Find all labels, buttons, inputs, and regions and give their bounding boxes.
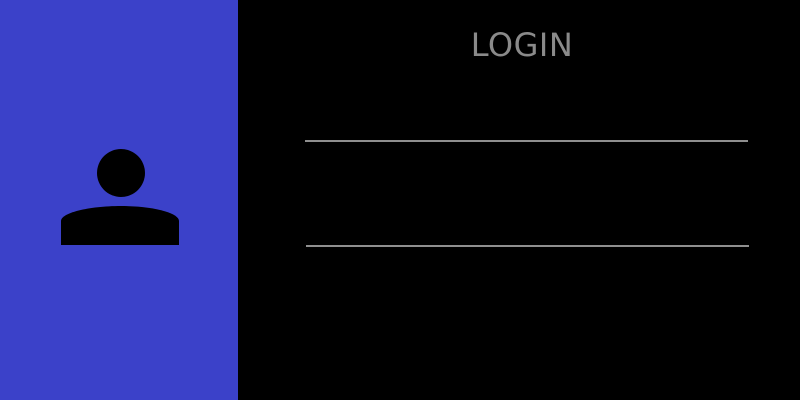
- page-title: LOGIN: [470, 26, 574, 64]
- user-icon: [61, 149, 179, 245]
- username-field[interactable]: [305, 104, 748, 142]
- login-screen: LOGIN: [0, 0, 800, 400]
- password-field[interactable]: [306, 209, 749, 247]
- sidebar-panel: [0, 0, 238, 400]
- login-form-panel: LOGIN: [238, 0, 800, 400]
